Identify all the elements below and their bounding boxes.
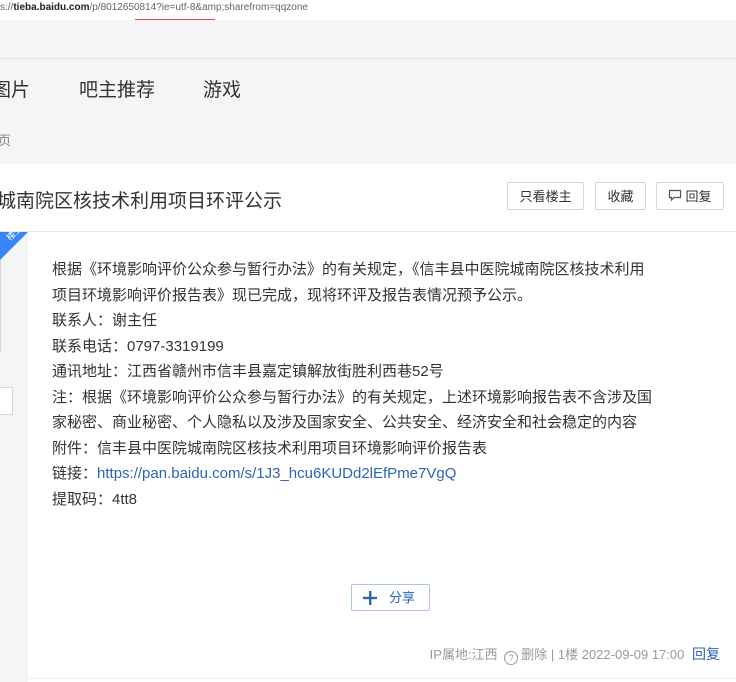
author-column: [0, 232, 28, 682]
reply-label: 回复: [685, 189, 712, 204]
post-line: 注：根据《环境影响评价公众参与暂行办法》的有关规定，上述环境影响报告表不含涉及国: [52, 388, 653, 406]
url-path: /p/8012650814?ie=utf-8&amp;sharefrom=qqz…: [89, 2, 308, 13]
favorite-label: 收藏: [607, 189, 634, 204]
tab-games[interactable]: 游戏: [203, 75, 241, 102]
post-link-line: 链接：https://pan.baidu.com/s/1J3_hcu6KUDd2…: [52, 461, 732, 487]
post-datetime: 2022-09-09 17:00: [581, 647, 685, 662]
url-host: tieba.baidu.com: [13, 2, 90, 13]
post-line: 根据《环境影响评价公众参与暂行办法》的有关规定，《信丰县中医院城南院区核技术利用: [52, 261, 645, 278]
share-link[interactable]: https://pan.baidu.com/s/1J3_hcu6KUDd2lEf…: [97, 465, 456, 482]
reply-button[interactable]: 回复: [656, 182, 724, 210]
extraction-code: 提取码：4tt8: [52, 490, 138, 508]
author-column-widget: [0, 387, 13, 415]
comment-icon: [668, 184, 682, 212]
breadcrumb-text[interactable]: 页: [0, 130, 11, 149]
tab-pictures[interactable]: 图片: [0, 75, 30, 102]
post-line: 联系人：谢主任: [52, 312, 158, 329]
post-content: 根据《环境影响评价公众参与暂行办法》的有关规定，《信丰县中医院城南院区核技术利用…: [52, 257, 732, 512]
address-bar[interactable]: s://tieba.baidu.com/p/8012650814?ie=utf-…: [0, 0, 736, 20]
plus-icon: [362, 589, 378, 605]
only-op-button[interactable]: 只看楼主: [507, 182, 584, 210]
post-line: 项目环境影响评价报告表》现已完成，现将环评及报告表情况预予公示。: [52, 286, 533, 304]
floor-number: 1楼: [557, 647, 579, 662]
post-line: 家秘密、商业秘密、个人隐私以及涉及国家安全、公共安全、经济安全和社会稳定的内容: [52, 414, 638, 431]
post-line: 附件：信丰县中医院城南院区核技术利用项目环境影响评价报告表: [52, 439, 488, 457]
header-band: [0, 20, 736, 58]
question-icon[interactable]: ?: [504, 651, 519, 665]
delete-link[interactable]: 删除: [521, 647, 547, 662]
meta-separator: |: [550, 647, 555, 662]
forum-nav: 图片 吧主推荐 游戏: [0, 58, 736, 115]
url-prefix: s://: [0, 2, 14, 13]
thread-title: 城南院区核技术利用项目环评公示: [0, 191, 283, 212]
link-label: 链接：: [52, 465, 98, 482]
post-reply-link[interactable]: 回复: [692, 646, 720, 662]
share-button[interactable]: 分享: [351, 584, 430, 611]
post-divider: [28, 678, 736, 679]
post-meta: IP属地:江西 ? 删除 | 1楼 2022-09-09 17:00 回复: [430, 644, 720, 665]
breadcrumb: 页: [0, 114, 736, 164]
post-line: 通讯地址：江西省赣州市信丰县嘉定镇解放街胜利西巷52号: [52, 363, 444, 380]
favorite-button[interactable]: 收藏: [595, 182, 646, 210]
share-label: 分享: [389, 590, 416, 605]
tab-moderator-picks[interactable]: 吧主推荐: [79, 75, 155, 102]
post-line: 联系电话：0797-3319199: [52, 337, 224, 355]
only-op-label: 只看楼主: [519, 189, 572, 204]
thread-header: 城南院区核技术利用项目环评公示 只看楼主 收藏 回复: [0, 165, 736, 232]
ip-location: IP属地:江西: [429, 647, 498, 662]
